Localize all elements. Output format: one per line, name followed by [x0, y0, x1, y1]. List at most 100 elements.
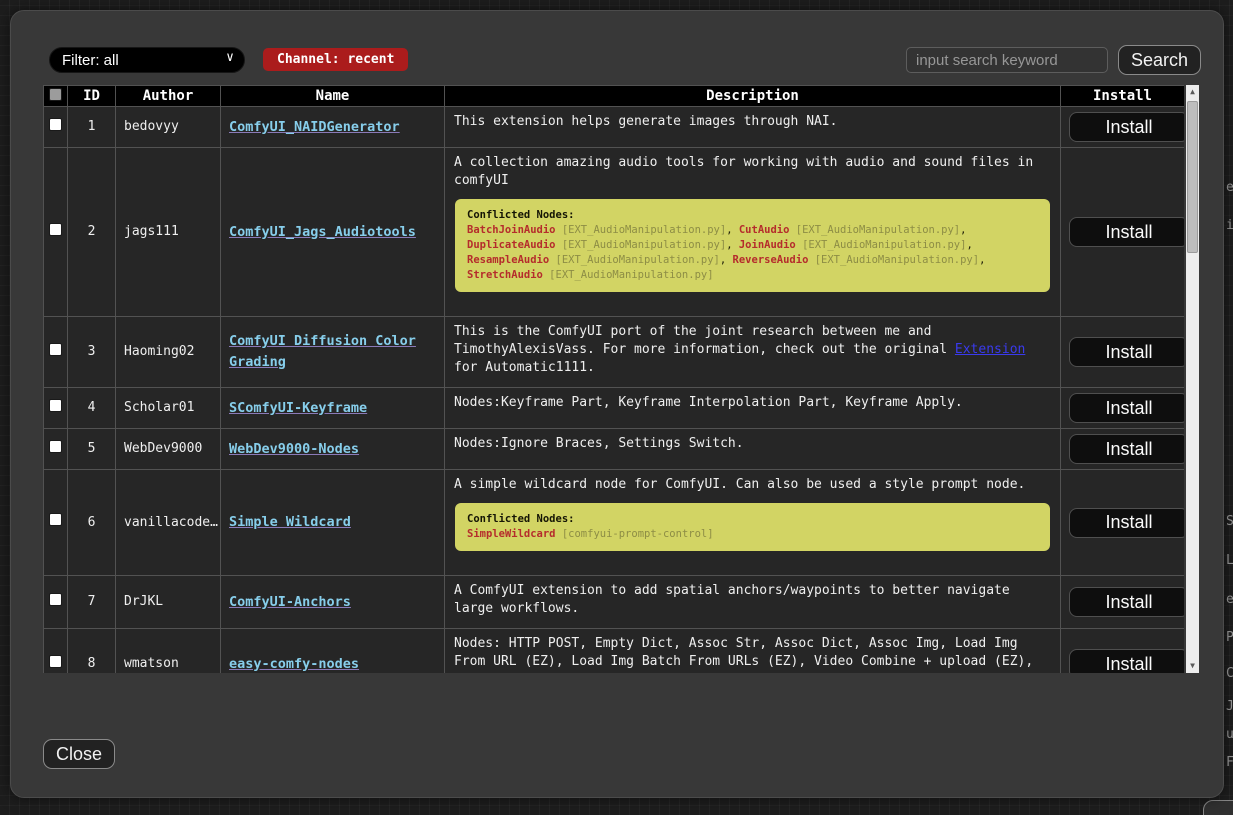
row-install-button[interactable]: Install: [1069, 649, 1184, 673]
search-button[interactable]: Search: [1118, 45, 1201, 75]
row-checkbox[interactable]: [49, 118, 62, 131]
nodes-table-container: ID Author Name Description Install 1 bed…: [43, 85, 1184, 673]
row-checkbox[interactable]: [49, 593, 62, 606]
row-id-cell: 6: [68, 470, 116, 576]
row-description-cell: This is the ComfyUI port of the joint re…: [445, 317, 1061, 388]
row-checkbox[interactable]: [49, 343, 62, 356]
row-install-cell: Install: [1061, 148, 1185, 317]
row-checkbox-cell: [44, 388, 68, 429]
bg-text-fragment: J: [1226, 699, 1233, 714]
close-button[interactable]: Close: [43, 739, 115, 769]
row-author-cell: jags111: [116, 148, 221, 317]
row-name-link[interactable]: ComfyUI_NAIDGenerator: [229, 119, 400, 135]
conflict-node-name: SimpleWildcard: [467, 528, 556, 540]
scroll-up-icon[interactable]: ▲: [1186, 85, 1199, 99]
row-checkbox[interactable]: [49, 655, 62, 668]
filter-select[interactable]: Filter: all: [49, 47, 245, 73]
row-author-cell: wmatson: [116, 629, 221, 674]
row-checkbox[interactable]: [49, 440, 62, 453]
row-checkbox[interactable]: [49, 513, 62, 526]
row-name-link[interactable]: SComfyUI-Keyframe: [229, 400, 367, 416]
row-checkbox-cell: [44, 429, 68, 470]
conflict-title: Conflicted Nodes:: [467, 208, 1038, 223]
row-id-cell: 8: [68, 629, 116, 674]
conflict-node-source: [EXT_AudioManipulation.py]: [549, 254, 720, 266]
row-name-link[interactable]: Simple Wildcard: [229, 514, 351, 530]
row-install-button[interactable]: Install: [1069, 508, 1184, 538]
row-description-text: Nodes:Keyframe Part, Keyframe Interpolat…: [454, 394, 1051, 412]
row-name-link[interactable]: WebDev9000-Nodes: [229, 441, 359, 457]
row-name-cell: WebDev9000-Nodes: [221, 429, 445, 470]
row-description-text: Nodes:Ignore Braces, Settings Switch.: [454, 435, 1051, 453]
row-name-cell: ComfyUI_Jags_Audiotools: [221, 148, 445, 317]
row-install-button[interactable]: Install: [1069, 112, 1184, 142]
background-partial-button: [1203, 800, 1233, 815]
row-checkbox[interactable]: [49, 399, 62, 412]
background-menu-sliver: eiSLePCJuF: [1224, 0, 1233, 815]
table-row: 2 jags111 ComfyUI_Jags_Audiotools A coll…: [44, 148, 1185, 317]
row-install-cell: Install: [1061, 388, 1185, 429]
row-checkbox-cell: [44, 317, 68, 388]
row-name-link[interactable]: ComfyUI_Jags_Audiotools: [229, 224, 416, 240]
custom-nodes-dialog: Filter: all ∨ Channel: recent Search ID …: [10, 10, 1224, 798]
conflict-node-source: [EXT_AudioManipulation.py]: [808, 254, 979, 266]
nodes-table: ID Author Name Description Install 1 bed…: [43, 85, 1184, 673]
search-input[interactable]: [906, 47, 1108, 73]
table-row: 4 Scholar01 SComfyUI-Keyframe Nodes:Keyf…: [44, 388, 1185, 429]
row-checkbox-cell: [44, 629, 68, 674]
conflict-node-source: [EXT_AudioManipulation.py]: [789, 224, 960, 236]
row-install-cell: Install: [1061, 576, 1185, 629]
table-row: 6 vanillacode… Simple Wildcard A simple …: [44, 470, 1185, 576]
row-name-link[interactable]: easy-comfy-nodes: [229, 656, 359, 672]
conflict-node-name: CutAudio: [739, 224, 790, 236]
conflict-node-source: [comfyui-prompt-control]: [556, 528, 714, 540]
row-install-button[interactable]: Install: [1069, 393, 1184, 423]
conflict-node-source: [EXT_AudioManipulation.py]: [796, 239, 967, 251]
bg-text-fragment: e: [1226, 592, 1233, 607]
description-link[interactable]: Extension: [955, 342, 1025, 357]
conflict-node-source: [EXT_AudioManipulation.py]: [543, 269, 714, 281]
bg-text-fragment: C: [1226, 666, 1233, 681]
bg-text-fragment: e: [1226, 180, 1233, 195]
conflict-node-name: DuplicateAudio: [467, 239, 556, 251]
table-row: 3 Haoming02 ComfyUI Diffusion Color Grad…: [44, 317, 1185, 388]
scroll-down-icon[interactable]: ▼: [1186, 659, 1199, 673]
conflicted-nodes-box: Conflicted Nodes:BatchJoinAudio [EXT_Aud…: [455, 199, 1050, 292]
row-description-text: This is the ComfyUI port of the joint re…: [454, 323, 1051, 377]
row-description-cell: Nodes:Keyframe Part, Keyframe Interpolat…: [445, 388, 1061, 429]
row-install-button[interactable]: Install: [1069, 337, 1184, 367]
row-author-cell: Haoming02: [116, 317, 221, 388]
select-all-header: [44, 86, 68, 107]
header-install: Install: [1061, 86, 1185, 107]
row-checkbox-cell: [44, 107, 68, 148]
conflicted-nodes-box: Conflicted Nodes:SimpleWildcard [comfyui…: [455, 503, 1050, 551]
bg-text-fragment: S: [1226, 514, 1233, 529]
row-id-cell: 2: [68, 148, 116, 317]
table-row: 8 wmatson easy-comfy-nodes Nodes: HTTP P…: [44, 629, 1185, 674]
table-scrollbar[interactable]: ▲ ▼: [1186, 85, 1199, 673]
table-row: 5 WebDev9000 WebDev9000-Nodes Nodes:Igno…: [44, 429, 1185, 470]
filter-dropdown[interactable]: Filter: all ∨: [49, 47, 245, 73]
row-description-cell: Nodes:Ignore Braces, Settings Switch.: [445, 429, 1061, 470]
row-description-cell: Nodes: HTTP POST, Empty Dict, Assoc Str,…: [445, 629, 1061, 674]
conflict-node-name: JoinAudio: [739, 239, 796, 251]
row-install-button[interactable]: Install: [1069, 434, 1184, 464]
row-description-cell: A simple wildcard node for ComfyUI. Can …: [445, 470, 1061, 576]
bg-text-fragment: i: [1226, 218, 1233, 233]
row-install-button[interactable]: Install: [1069, 587, 1184, 617]
scrollbar-thumb[interactable]: [1187, 101, 1198, 253]
row-name-link[interactable]: ComfyUI Diffusion Color Grading: [229, 333, 416, 370]
table-header-row: ID Author Name Description Install: [44, 86, 1185, 107]
select-all-checkbox[interactable]: [49, 88, 62, 101]
row-install-cell: Install: [1061, 629, 1185, 674]
conflict-title: Conflicted Nodes:: [467, 512, 1038, 527]
row-install-cell: Install: [1061, 317, 1185, 388]
row-id-cell: 7: [68, 576, 116, 629]
row-id-cell: 1: [68, 107, 116, 148]
row-description-text: A simple wildcard node for ComfyUI. Can …: [454, 476, 1051, 494]
row-checkbox[interactable]: [49, 223, 62, 236]
row-name-link[interactable]: ComfyUI-Anchors: [229, 594, 351, 610]
row-install-button[interactable]: Install: [1069, 217, 1184, 247]
header-id: ID: [68, 86, 116, 107]
channel-badge[interactable]: Channel: recent: [263, 48, 408, 71]
